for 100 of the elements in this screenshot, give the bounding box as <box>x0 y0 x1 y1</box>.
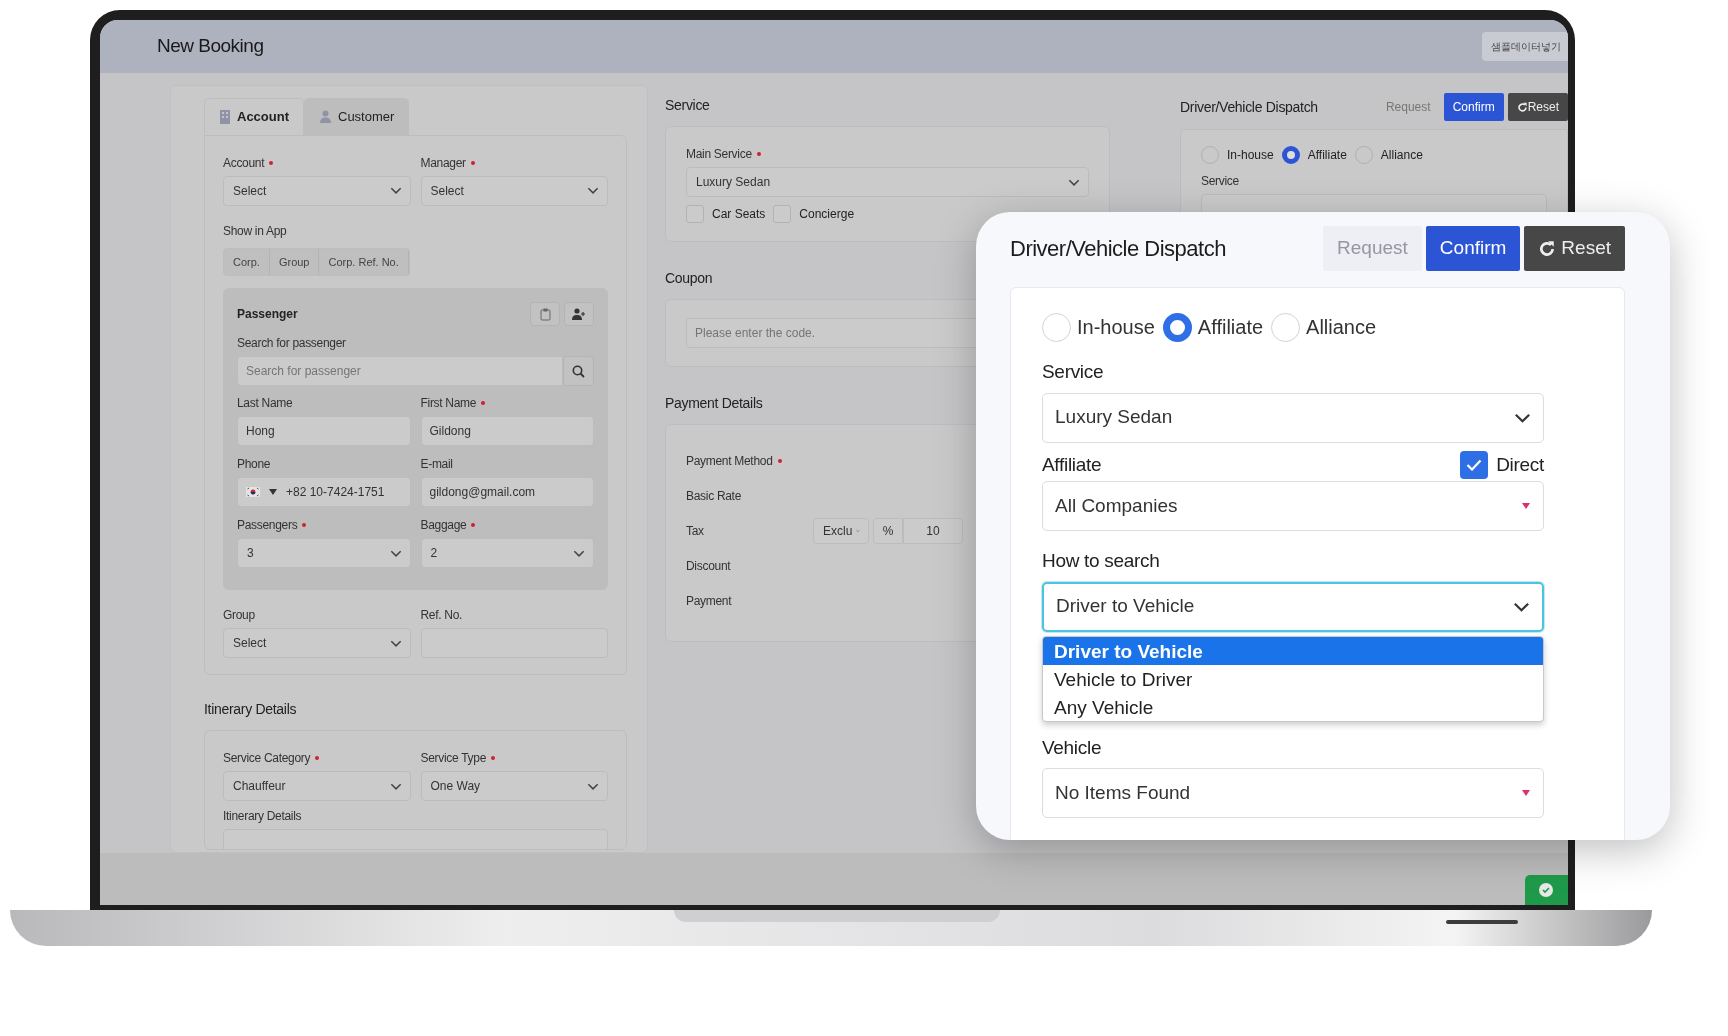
sample-data-button[interactable]: 샘플데이터넣기 <box>1482 32 1568 61</box>
clipboard-icon <box>539 307 551 321</box>
customer-tab[interactable]: Customer <box>304 98 410 135</box>
field-label: Ref. No. <box>420 607 463 624</box>
field-label: Service Type <box>420 750 487 767</box>
field-label: E-mail <box>420 456 453 473</box>
chevron-down-icon <box>573 549 585 557</box>
radio-label: Affiliate <box>1197 315 1264 340</box>
field-label: Service <box>1042 360 1105 384</box>
clipboard-button[interactable] <box>530 302 560 326</box>
checkbox[interactable] <box>773 205 792 223</box>
field-label: Search for passenger <box>237 335 346 352</box>
option-button[interactable]: Corp. Ref. No. <box>319 248 409 275</box>
dropdown-option[interactable]: Any Vehicle <box>1043 692 1543 721</box>
input-field[interactable]: Gildong <box>420 416 594 446</box>
reset-button[interactable]: Reset <box>1524 226 1625 271</box>
select-field[interactable]: Select <box>420 175 608 206</box>
chevron-down-icon <box>389 782 402 790</box>
select-field[interactable]: Luxury Sedan <box>1042 392 1544 443</box>
chevron-down-icon <box>1068 178 1080 186</box>
select-field[interactable]: Driver to Vehicle <box>1042 581 1544 632</box>
section-title: Driver/Vehicle Dispatch <box>1180 97 1318 117</box>
checkbox[interactable] <box>686 205 704 223</box>
confirm-button[interactable]: Confirm <box>1443 93 1504 121</box>
field-label: How to search <box>1042 549 1161 573</box>
field-label: Group <box>223 607 255 624</box>
rate-field[interactable]: 10 <box>903 517 963 544</box>
section-title: Itinerary Details <box>204 700 298 719</box>
radio-button[interactable] <box>1162 312 1192 342</box>
radio-label: Alliance <box>1380 147 1423 164</box>
field-label: Main Service <box>686 146 752 163</box>
field-label: Tax <box>686 522 704 540</box>
section-title: Service <box>665 96 711 115</box>
select-field[interactable]: No Items Found <box>1042 768 1544 818</box>
section-title: Passenger <box>237 306 298 323</box>
save-button[interactable] <box>1525 875 1568 905</box>
select-field[interactable]: 3 <box>237 538 411 568</box>
popup-title: Driver/Vehicle Dispatch <box>1010 235 1226 263</box>
field-label: Phone <box>237 456 271 473</box>
field-label: Baggage <box>420 517 467 534</box>
field-label: Show in App <box>223 222 287 240</box>
checkbox-label: Direct <box>1496 452 1544 477</box>
section-title: Payment Details <box>665 394 764 413</box>
select-field[interactable]: Select <box>223 628 411 658</box>
confirm-button[interactable]: Confirm <box>1425 226 1521 271</box>
field-label: Payment <box>686 592 732 610</box>
check-circle-icon <box>1539 883 1553 897</box>
checkbox-label: Car Seats <box>712 206 766 223</box>
dropdown-option[interactable]: Driver to Vehicle <box>1043 636 1543 665</box>
option-button[interactable]: Corp. <box>224 248 270 275</box>
radio-button[interactable] <box>1281 146 1300 164</box>
reset-button[interactable]: Reset <box>1507 93 1568 121</box>
flag-icon <box>246 487 260 497</box>
radio-label: Affiliate <box>1307 147 1347 164</box>
field-label: First Name <box>420 395 477 412</box>
input-field[interactable]: gildong@gmail.com <box>420 477 594 507</box>
add-person-icon <box>572 308 586 320</box>
select-field[interactable]: All Companies <box>1042 481 1544 531</box>
unit-label: % <box>873 517 903 544</box>
checkbox-label: Concierge <box>799 206 855 223</box>
field-label: Last Name <box>237 395 293 412</box>
field-label: Service <box>1201 173 1239 190</box>
field-label: Manager <box>420 154 466 172</box>
chevron-down-icon <box>587 782 599 790</box>
chevron-down-icon <box>1514 412 1531 423</box>
search-icon <box>571 364 585 378</box>
select-field[interactable]: One Way <box>420 771 608 801</box>
dropdown-option[interactable]: Vehicle to Driver <box>1043 664 1543 693</box>
field-label: Vehicle <box>1042 735 1103 760</box>
chevron-down-icon <box>389 639 402 647</box>
caret-down-icon <box>1521 503 1531 509</box>
field-label: Service Category <box>223 750 311 767</box>
option-button[interactable]: Group <box>269 248 320 275</box>
phone-field[interactable]: +82 10-7424-1751 <box>237 477 411 507</box>
refresh-icon <box>1516 102 1528 114</box>
tax-mode-select[interactable]: Exclu <box>813 517 869 544</box>
person-icon <box>319 110 332 124</box>
search-button[interactable] <box>562 356 594 386</box>
field-label: Account <box>223 154 265 172</box>
check-icon <box>1466 458 1483 471</box>
section-title: Coupon <box>665 269 714 288</box>
caret-down-icon <box>1521 790 1531 796</box>
field-label: Discount <box>686 557 731 575</box>
page-title: New Booking <box>157 34 264 59</box>
search-field[interactable]: Search for passenger <box>237 356 563 386</box>
chevron-down-icon <box>587 187 599 194</box>
input-field[interactable]: Hong <box>237 416 411 446</box>
select-field[interactable]: 2 <box>420 538 594 568</box>
field-label: Payment Method <box>686 452 773 470</box>
select-field[interactable]: Luxury Sedan <box>686 167 1089 197</box>
select-field[interactable]: Select <box>223 175 411 206</box>
caret-down-icon <box>268 489 278 495</box>
field-label: Affiliate <box>1042 452 1102 477</box>
add-person-button[interactable] <box>564 302 594 326</box>
select-field[interactable]: Chauffeur <box>223 771 411 801</box>
checkbox[interactable] <box>1460 450 1489 479</box>
field-label: Basic Rate <box>686 487 742 505</box>
field-label: Passengers <box>237 517 298 534</box>
customer-tab[interactable]: Account <box>204 98 304 135</box>
radio-label: In-house <box>1227 147 1274 164</box>
